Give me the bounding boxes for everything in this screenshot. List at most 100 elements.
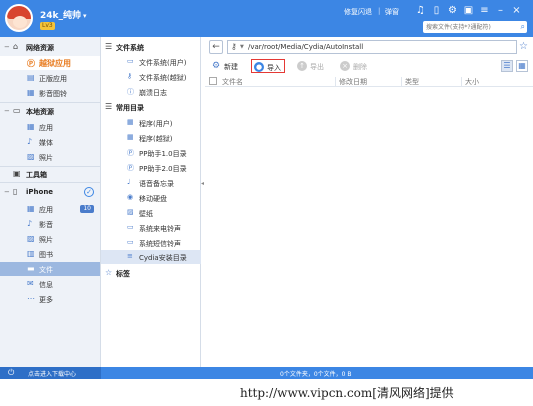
tree-item-apps-jailbreak[interactable]: ▦ 程序(越狱): [101, 131, 201, 145]
grid-view-icon[interactable]: ▦: [516, 60, 528, 72]
download-center-button[interactable]: ⏻ 点击进入下载中心: [0, 367, 101, 379]
directory-tree: ☰ 文件系统 ▭ 文件系统(用户) ⚷ 文件系统(越狱) ⓘ 崩溃日志 ☰ 常用…: [101, 37, 201, 367]
user-menu[interactable]: 24k_纯帅 ▾: [40, 8, 87, 21]
tree-item-crash-log[interactable]: ⓘ 崩溃日志: [101, 85, 201, 99]
chevron-down-icon[interactable]: ▼: [240, 44, 244, 50]
sidebar-item-local-apps[interactable]: ▦ 应用: [0, 120, 100, 134]
import-icon: ●: [254, 62, 264, 72]
pp-icon: Ⓟ: [127, 164, 134, 172]
column-type[interactable]: 类型: [401, 77, 461, 86]
music-icon: ♪: [27, 137, 33, 146]
tree-item-voice-memo[interactable]: ♩ 语音备忘录: [101, 176, 201, 190]
delete-button[interactable]: × 删除: [338, 59, 372, 73]
path-text: /var/root/Media/Cydia/AutoInstall: [248, 43, 364, 51]
list-icon: ☰: [105, 42, 113, 51]
user-name: 24k_纯帅: [40, 11, 82, 21]
footer: http://www.vipcn.com[清风网络]提供: [0, 379, 533, 406]
column-modified[interactable]: 修改日期: [335, 77, 399, 86]
tree-item-ringtones[interactable]: ▭ 系统来电铃声: [101, 221, 201, 235]
popup-link[interactable]: 弹窗: [385, 7, 399, 17]
tree-item-sms-tones[interactable]: ▭ 系统短信铃声: [101, 236, 201, 250]
search-box: ⌕: [423, 21, 527, 33]
status-bar: ⏻ 点击进入下载中心 0个文件夹，0个文件，0 B: [0, 367, 533, 379]
new-folder-icon: ⚙: [211, 61, 221, 71]
sidebar-item-iphone-messages[interactable]: ✉ 信息: [0, 277, 100, 291]
separator: |: [378, 7, 381, 15]
watermark-text: http://www.vipcn.com[清风网络]提供: [240, 386, 454, 400]
sidebar: − ⌂ 网络资源 Ⓟ 越狱应用 ▤ 正版应用 ▦ 影音图铃 − ▭ 本地资源 ▦…: [0, 37, 101, 367]
menu-icon[interactable]: ≡: [478, 4, 491, 17]
file-icon: ▭: [127, 238, 134, 246]
sidebar-item-local-photos[interactable]: ▨ 照片: [0, 150, 100, 164]
key-icon: ⚷: [127, 72, 133, 80]
book-icon: ▥: [27, 249, 35, 258]
skin-icon[interactable]: ▣: [462, 4, 475, 17]
sidebar-item-genuine-apps[interactable]: ▤ 正版应用: [0, 71, 100, 85]
search-icon[interactable]: ⌕: [521, 21, 525, 33]
sidebar-item-iphone-books[interactable]: ▥ 图书: [0, 247, 100, 261]
divider: [0, 182, 100, 183]
app-count-badge: 10: [80, 205, 94, 213]
sidebar-item-iphone-apps[interactable]: ▦ 应用 10: [0, 202, 100, 216]
select-all-checkbox[interactable]: [209, 77, 217, 85]
file-icon: ▭: [127, 223, 134, 231]
tree-item-pp2[interactable]: Ⓟ PP助手2.0目录: [101, 161, 201, 175]
sidebar-item-media-ringtones[interactable]: ▦ 影音图铃: [0, 86, 100, 100]
avatar[interactable]: [5, 4, 33, 32]
pp-icon: Ⓟ: [127, 149, 134, 157]
list-view-icon[interactable]: ☰: [501, 60, 513, 72]
home-icon: ⌂: [13, 42, 19, 51]
key-icon: ⚷: [231, 42, 237, 51]
back-button[interactable]: ←: [209, 40, 223, 54]
music-icon[interactable]: ♫: [414, 4, 427, 17]
new-button[interactable]: ⚙ 新建: [209, 59, 245, 73]
search-input[interactable]: [423, 21, 515, 33]
tree-bookmark-header[interactable]: ☆ 标签: [101, 266, 201, 280]
more-icon: ⋯: [27, 294, 35, 303]
tree-item-pp1[interactable]: Ⓟ PP助手1.0目录: [101, 146, 201, 160]
sidebar-item-iphone-files[interactable]: ▬ 文件: [0, 262, 100, 276]
collapse-icon[interactable]: −: [4, 43, 10, 51]
grid-icon: ▦: [27, 204, 35, 213]
star-icon: ☆: [105, 268, 113, 277]
column-filename[interactable]: 文件名: [219, 77, 317, 86]
sidebar-item-local-media[interactable]: ♪ 媒体: [0, 135, 100, 149]
device-icon[interactable]: ▯: [430, 4, 443, 17]
column-header: 文件名 修改日期 类型 大小: [205, 75, 533, 87]
column-size[interactable]: 大小: [461, 77, 533, 86]
tree-item-apps-user[interactable]: ▦ 程序(用户): [101, 116, 201, 130]
sidebar-item-iphone-more[interactable]: ⋯ 更多: [0, 292, 100, 306]
collapse-icon[interactable]: −: [4, 107, 10, 115]
media-icon: ▦: [27, 88, 35, 97]
tree-common-header[interactable]: ☰ 常用目录: [101, 100, 201, 114]
tree-item-mobile-disk[interactable]: ◉ 移动硬盘: [101, 191, 201, 205]
tree-item-cydia[interactable]: ≡ Cydia安装目录: [101, 250, 201, 264]
folder-icon: ▬: [27, 264, 35, 273]
sidebar-item-jailbreak-apps[interactable]: Ⓟ 越狱应用: [0, 56, 100, 70]
tree-item-fs-user[interactable]: ▭ 文件系统(用户): [101, 55, 201, 69]
list-icon: ≡: [127, 252, 133, 260]
section-local[interactable]: − ▭ 本地资源: [0, 104, 100, 118]
import-button[interactable]: ● 导入: [251, 59, 285, 73]
tree-item-fs-jailbreak[interactable]: ⚷ 文件系统(越狱): [101, 70, 201, 84]
phone-icon: ▯: [13, 187, 18, 196]
repair-crash-link[interactable]: 修复闪退: [344, 7, 372, 17]
tree-item-wallpaper[interactable]: ▨ 壁纸: [101, 206, 201, 220]
minimize-icon[interactable]: –: [494, 4, 507, 17]
folder-icon: ▭: [127, 57, 134, 65]
section-iphone[interactable]: − ▯ iPhone ✓: [0, 185, 100, 199]
close-icon[interactable]: ×: [510, 4, 523, 17]
section-toolbox[interactable]: ▣ 工具箱: [0, 167, 100, 181]
vip-badge: Lv3: [40, 22, 55, 30]
section-network[interactable]: − ⌂ 网络资源: [0, 40, 100, 54]
address-bar[interactable]: ⚷ ▼ /var/root/Media/Cydia/AutoInstall: [227, 40, 517, 54]
toolbox-icon: ▣: [13, 169, 21, 178]
settings-icon[interactable]: ⚙: [446, 4, 459, 17]
title-bar: 24k_纯帅▾ Lv3 修复闪退 | 弹窗 ♫ ▯ ⚙ ▣ ≡ – × ⌕: [0, 0, 533, 37]
collapse-icon[interactable]: −: [4, 188, 10, 196]
export-button[interactable]: ↑ 导出: [295, 59, 329, 73]
bookmark-star-icon[interactable]: ☆: [519, 41, 528, 52]
tree-filesystem-header[interactable]: ☰ 文件系统: [101, 40, 201, 54]
sidebar-item-iphone-media[interactable]: ♪ 影音: [0, 217, 100, 231]
sidebar-item-iphone-photos[interactable]: ▨ 照片: [0, 232, 100, 246]
